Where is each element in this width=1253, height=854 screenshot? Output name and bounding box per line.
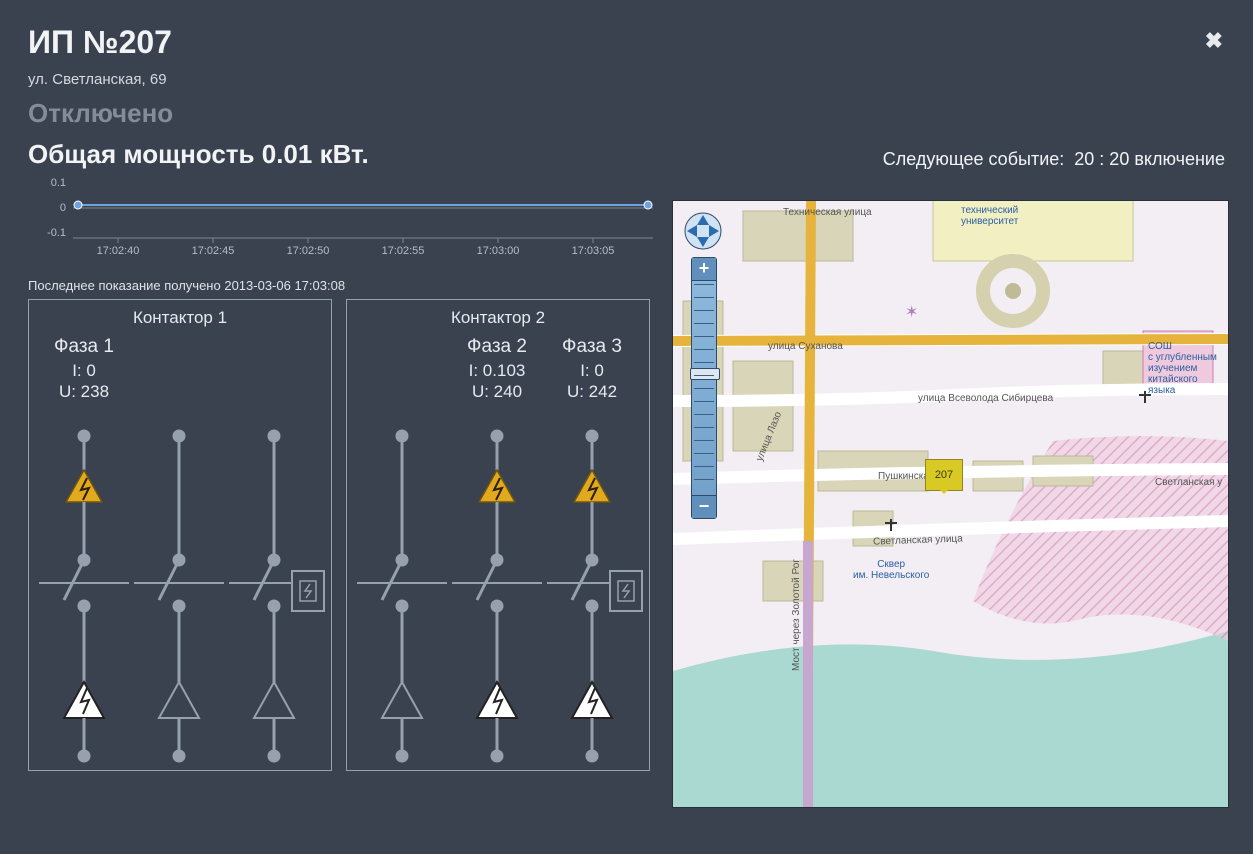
map-label-tech-street: Техническая улица	[783, 207, 872, 218]
last-reading-time: 2013-03-06 17:03:08	[224, 278, 345, 293]
lightning-warning-icon	[66, 470, 102, 502]
map-canvas[interactable]: ✶	[673, 201, 1228, 807]
zoom-in-button[interactable]: +	[692, 258, 716, 281]
phase-voltage: U: 242	[547, 381, 637, 402]
surge-arrow-icon	[64, 682, 104, 718]
phase-header: Фаза 1I: 0U: 238	[39, 336, 129, 403]
map-zoom-control[interactable]: + −	[691, 257, 717, 519]
close-icon[interactable]: ✖	[1205, 28, 1223, 54]
map-label-svetlan-east: Светланская у	[1155, 477, 1222, 488]
map-panel[interactable]: ✶ технический университет Техническая ул…	[672, 200, 1229, 808]
phase-header: Фаза 2I: 0.103U: 240	[452, 336, 542, 403]
next-event-time: 20 : 20	[1074, 149, 1129, 169]
lightning-warning-icon	[574, 470, 610, 502]
svg-text:✶: ✶	[905, 304, 918, 321]
phase-header: Фаза 3I: 0U: 242	[547, 336, 637, 403]
map-pan-control[interactable]	[683, 211, 723, 251]
power-chart: 0.1 0 -0.1 17:02:40 17:02:45 17:02:50 17	[28, 176, 658, 256]
map-label-skver: Сквер им. Невельского	[853, 559, 929, 581]
y-tick-2: -0.1	[47, 227, 66, 239]
contactor-panel-2: Контактор 2Фаза 2I: 0.103U: 240Фаза 3I: …	[346, 299, 650, 771]
surge-arrow-icon	[572, 682, 612, 718]
phase-current: I: 0	[547, 360, 637, 381]
phase-name: Фаза 1	[39, 336, 129, 358]
phase-name: Фаза 2	[452, 336, 542, 358]
power-prefix: Общая мощность	[28, 139, 262, 169]
page-title: ИП №207	[28, 24, 1225, 61]
total-power: Общая мощность 0.01 кВт.	[28, 139, 369, 170]
x-tick-3: 17:02:55	[382, 245, 425, 256]
map-marker[interactable]: 207	[925, 459, 963, 491]
lightning-warning-icon	[479, 470, 515, 502]
phase-voltage: U: 238	[39, 381, 129, 402]
y-tick-0: 0.1	[51, 177, 66, 189]
surge-arrow-icon	[254, 682, 294, 718]
zoom-out-button[interactable]: −	[692, 495, 716, 518]
last-reading-prefix: Последнее показание получено	[28, 278, 224, 293]
power-unit: кВт.	[312, 139, 368, 169]
x-tick-1: 17:02:45	[192, 245, 235, 256]
surge-arrow-icon	[477, 682, 517, 718]
x-tick-5: 17:03:05	[572, 245, 615, 256]
x-tick-2: 17:02:50	[287, 245, 330, 256]
y-tick-1: 0	[60, 202, 66, 214]
phase-column	[452, 430, 542, 760]
relay-coil-icon	[291, 570, 325, 612]
x-tick-0: 17:02:40	[97, 245, 140, 256]
phase-voltage: U: 240	[452, 381, 542, 402]
next-event: Следующее событие: 20 : 20 включение	[883, 149, 1225, 170]
map-label-bridge: Мост через Золотой Рог	[791, 559, 802, 671]
phase-column	[39, 430, 129, 760]
phase-column	[134, 430, 224, 760]
next-event-action: включение	[1134, 149, 1225, 169]
map-label-sibirtsev: улица Всеволода Сибирцева	[918, 393, 1053, 404]
contactor-title: Контактор 1	[29, 308, 331, 328]
address: ул. Светланская, 69	[28, 71, 1225, 88]
phase-column	[357, 430, 447, 760]
status-badge: Отключено	[28, 98, 1225, 129]
relay-coil-icon	[609, 570, 643, 612]
zoom-handle[interactable]	[690, 368, 720, 380]
map-label-sukhanov: улица Суханова	[768, 341, 843, 352]
phase-current: I: 0.103	[452, 360, 542, 381]
power-value: 0.01	[262, 139, 313, 169]
map-label-school: СОШ с углубленным изучением китайского я…	[1148, 341, 1217, 396]
x-tick-4: 17:03:00	[477, 245, 520, 256]
phase-current: I: 0	[39, 360, 129, 381]
contactor-title: Контактор 2	[347, 308, 649, 328]
marker-label: 207	[935, 469, 953, 481]
map-label-university: технический университет	[961, 205, 1018, 227]
contactor-panel-1: Контактор 1 Фаза 1I: 0U: 238	[28, 299, 332, 771]
next-event-label: Следующее событие:	[883, 149, 1065, 169]
surge-arrow-icon	[382, 682, 422, 718]
phase-name: Фаза 3	[547, 336, 637, 358]
surge-arrow-icon	[159, 682, 199, 718]
